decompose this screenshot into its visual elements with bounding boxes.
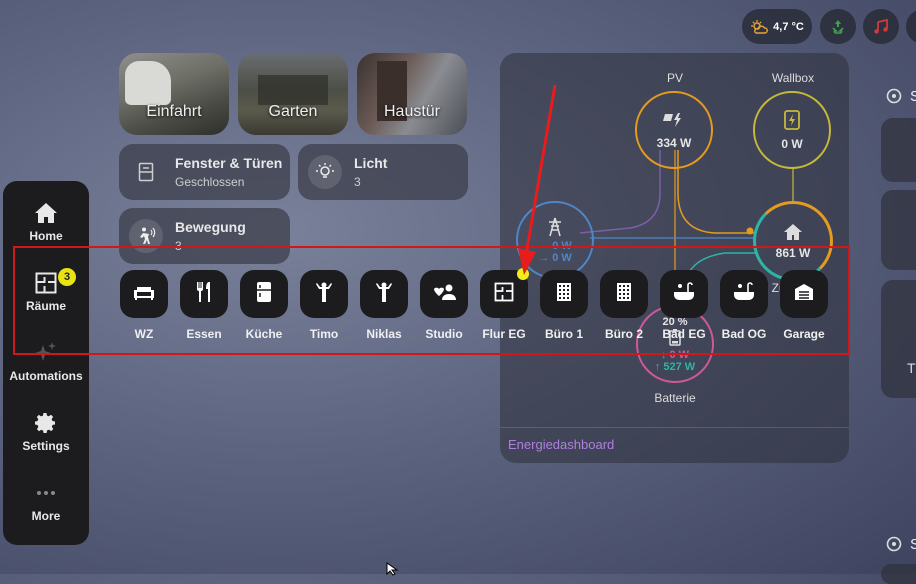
right-card-1[interactable] [881,118,916,182]
camera-label: Haustür [383,103,441,120]
tile-title: Licht [354,155,388,171]
tile-title: Fenster & Türen [175,155,283,171]
right-card-initial: T [907,360,916,376]
camera-label: Einfahrt [146,103,202,120]
light-tile[interactable]: Licht 3 [298,144,468,200]
pv-label: PV [666,71,683,85]
windows-doors-tile[interactable]: Fenster & Türen Geschlossen [119,144,290,200]
right-card-4[interactable] [881,564,916,584]
nav-more[interactable]: More [3,481,89,523]
music-note-icon [873,18,889,35]
nav-automations-label: Automations [9,369,83,383]
nav-home-label: Home [29,229,63,243]
section-icon-1 [886,88,902,109]
wallbox-circle[interactable]: 0 W [753,91,831,169]
nav-home[interactable]: Home [3,201,89,243]
window-icon [129,155,163,189]
tile-title: Bewegung [175,219,246,235]
section-icon-2 [886,536,902,557]
tile-state: 3 [354,175,361,189]
highlight-box [13,246,850,355]
recycle-chip[interactable] [820,9,856,44]
battery-out-text: 527 W [663,360,696,373]
music-chip[interactable] [863,9,899,44]
battery-out-value: ↑ 527 W [654,360,696,373]
pv-circle[interactable]: 334 W [635,91,713,169]
nav-settings-label: Settings [22,439,70,453]
camera-label: Garten [268,103,318,120]
battery-label: Batterie [654,391,696,405]
wallbox-label: Wallbox [771,71,815,85]
right-card-3[interactable]: T [881,280,916,398]
weather-temperature: 4,7 °C [773,20,804,33]
dots-icon [3,481,89,505]
camera-einfahrt[interactable]: Einfahrt [119,53,229,135]
gear-icon [3,411,89,435]
terrace-shape [258,75,328,105]
section-heading-2: S [910,536,916,553]
section-heading-1: S [910,88,916,105]
annotation-arrow [518,84,557,275]
car-shape [125,61,171,105]
navigation-sidebar: Home 3 Räume Automations Settings More [3,181,89,545]
pv-value: 334 W [656,135,692,150]
weather-icon [750,19,769,35]
nav-more-label: More [31,509,61,523]
nav-settings[interactable]: Settings [3,411,89,453]
energy-divider [500,427,849,428]
tile-state: Geschlossen [175,175,245,189]
solar-power-icon [663,111,685,132]
home-icon [783,223,803,244]
camera-garten[interactable]: Garten [238,53,348,135]
extra-chip[interactable] [906,9,916,44]
camera-haustuer[interactable]: Haustür [357,53,467,135]
weather-chip[interactable]: 4,7 °C [742,9,812,44]
recycle-icon [830,19,846,35]
energy-dashboard-link[interactable]: Energiedashboard [508,437,614,452]
ev-charger-icon [784,109,800,133]
lightbulb-icon [308,155,342,189]
right-card-2[interactable] [881,190,916,270]
home-icon [3,201,89,225]
wallbox-value: 0 W [781,136,803,151]
